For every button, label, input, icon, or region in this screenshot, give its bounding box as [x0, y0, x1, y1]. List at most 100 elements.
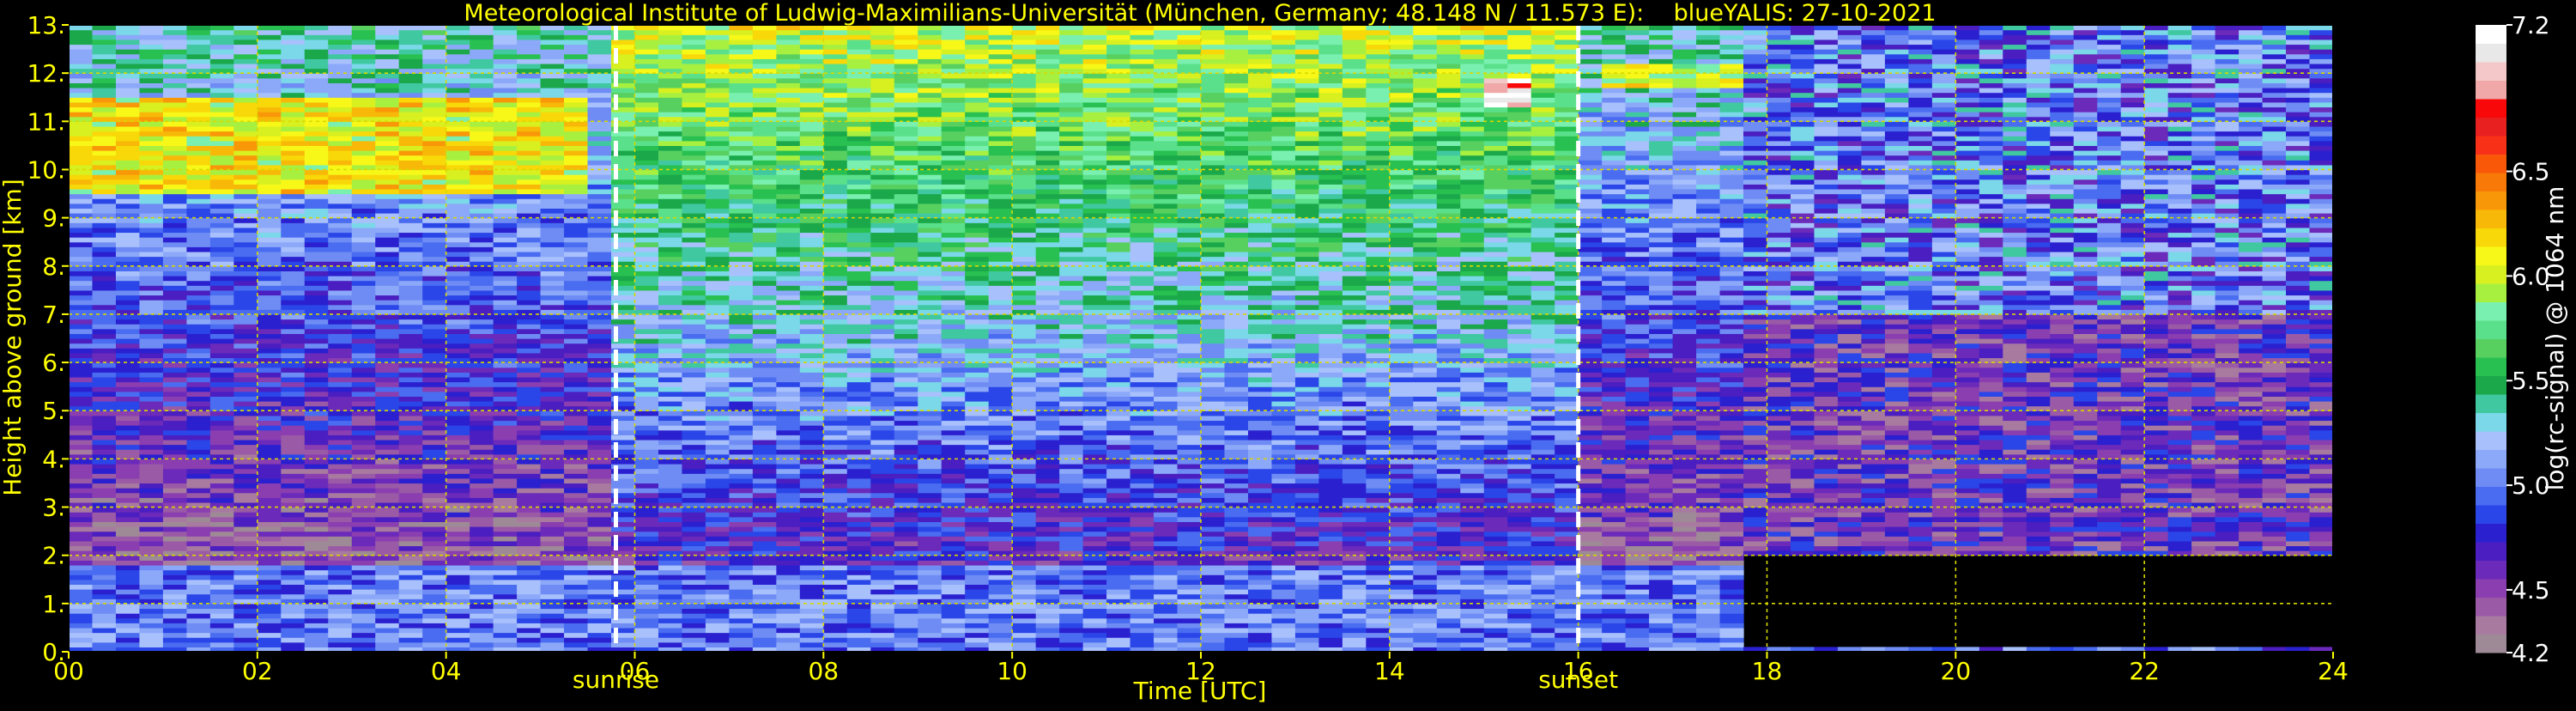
heatmap-cell	[918, 227, 943, 234]
heatmap-cell	[375, 256, 400, 262]
heatmap-cell	[493, 131, 518, 137]
heatmap-cell	[517, 584, 542, 590]
heatmap-cell	[799, 241, 824, 247]
heatmap-cell	[965, 536, 990, 542]
heatmap-cell	[375, 63, 400, 70]
heatmap-cell	[470, 319, 494, 325]
heatmap-cell	[846, 155, 871, 161]
heatmap-cell	[304, 44, 329, 50]
heatmap-cell	[69, 289, 94, 296]
heatmap-cell	[493, 88, 518, 94]
heatmap-cell	[493, 415, 518, 422]
heatmap-cell	[445, 492, 470, 498]
heatmap-cell	[682, 507, 706, 513]
heatmap-cell	[422, 429, 447, 435]
heatmap-cell	[351, 53, 376, 59]
heatmap-cell	[375, 415, 400, 422]
heatmap-cell	[752, 319, 777, 325]
heatmap-cell	[729, 237, 754, 243]
heatmap-cell	[823, 564, 848, 571]
heatmap-cell	[304, 459, 329, 465]
heatmap-cell	[634, 343, 659, 349]
heatmap-cell	[398, 88, 423, 94]
heatmap-cell	[162, 497, 187, 503]
heatmap-cell	[823, 488, 848, 494]
heatmap-cell	[540, 531, 565, 537]
heatmap-cell	[564, 589, 589, 595]
heatmap-cell	[115, 420, 141, 426]
heatmap-cell	[776, 184, 801, 190]
heatmap-cell	[564, 434, 589, 441]
heatmap-cell	[941, 160, 966, 166]
heatmap-cell	[634, 140, 659, 146]
heatmap-cell	[281, 58, 306, 64]
heatmap-cell	[351, 241, 376, 247]
heatmap-cell	[233, 295, 258, 301]
heatmap-cell	[752, 155, 777, 161]
heatmap-cell	[564, 425, 589, 431]
heatmap-cell	[776, 136, 801, 142]
heatmap-cell	[823, 121, 848, 127]
heatmap-cell	[846, 391, 871, 397]
heatmap-cell	[587, 434, 612, 441]
heatmap-cell	[257, 391, 282, 397]
heatmap-cell	[493, 169, 518, 175]
heatmap-cell	[470, 603, 494, 610]
heatmap-cell	[918, 58, 943, 64]
heatmap-cell	[162, 338, 187, 344]
heatmap-cell	[658, 468, 683, 474]
heatmap-cell	[422, 198, 447, 204]
heatmap-cell	[445, 333, 470, 339]
heatmap-cell	[540, 203, 565, 209]
heatmap-cell	[115, 174, 141, 180]
heatmap-cell	[304, 313, 329, 320]
heatmap-cell	[540, 328, 565, 334]
heatmap-cell	[398, 593, 423, 599]
heatmap-cell	[894, 429, 918, 435]
heatmap-cell	[918, 540, 943, 547]
heatmap-cell	[729, 39, 754, 46]
heatmap-cell	[870, 280, 895, 286]
heatmap-cell	[328, 449, 353, 455]
heatmap-cell	[375, 304, 400, 310]
heatmap-cell	[445, 536, 470, 542]
heatmap-cell	[281, 227, 306, 234]
heatmap-cell	[823, 449, 848, 455]
heatmap-cell	[257, 434, 282, 441]
heatmap-cell	[658, 483, 683, 489]
heatmap-cell	[705, 531, 730, 537]
heatmap-cell	[162, 483, 187, 489]
heatmap-cell	[870, 169, 895, 175]
heatmap-cell	[92, 589, 117, 595]
heatmap-cell	[941, 367, 966, 373]
heatmap-cell	[470, 459, 494, 465]
heatmap-cell	[281, 338, 306, 344]
heatmap-cell	[209, 410, 234, 416]
heatmap-cell	[799, 381, 824, 387]
heatmap-cell	[564, 169, 589, 175]
heatmap-cell	[776, 545, 801, 551]
heatmap-cell	[634, 623, 659, 629]
heatmap-cell	[162, 241, 187, 247]
heatmap-cell	[658, 77, 683, 83]
heatmap-cell	[823, 125, 848, 132]
heatmap-cell	[351, 569, 376, 575]
heatmap-cell	[894, 232, 918, 238]
heatmap-cell	[823, 579, 848, 585]
heatmap-cell	[445, 613, 470, 619]
heatmap-cell	[799, 376, 824, 383]
heatmap-cell	[729, 521, 754, 527]
heatmap-cell	[351, 217, 376, 223]
heatmap-cell	[281, 106, 306, 112]
heatmap-cell	[634, 174, 659, 180]
heatmap-cell	[139, 227, 164, 234]
heatmap-cell	[281, 241, 306, 247]
heatmap-cell	[304, 410, 329, 416]
heatmap-cell	[776, 410, 801, 416]
heatmap-cell	[304, 531, 329, 537]
heatmap-cell	[941, 415, 966, 422]
heatmap-cell	[894, 34, 918, 40]
heatmap-cell	[587, 136, 612, 142]
heatmap-cell	[139, 381, 164, 387]
heatmap-cell	[445, 488, 470, 494]
